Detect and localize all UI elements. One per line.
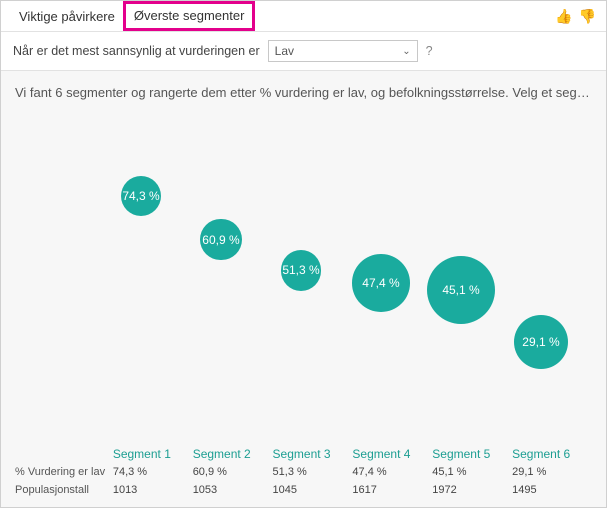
bubble-label: 60,9 % — [202, 233, 239, 247]
table-row-pct: % Vurdering er lav 74,3 % 60,9 % 51,3 % … — [15, 463, 592, 481]
cell-pop-1: 1013 — [113, 484, 193, 496]
cell-pct-6: 29,1 % — [512, 466, 592, 478]
cell-pop-6: 1495 — [512, 484, 592, 496]
tab-bar: Viktige påvirkere Øverste segmenter 👍 👎 — [1, 1, 606, 31]
cell-pop-4: 1617 — [352, 484, 432, 496]
cell-pop-5: 1972 — [432, 484, 512, 496]
segment-bubble[interactable]: 29,1 % — [514, 315, 568, 369]
segment-bubble[interactable]: 74,3 % — [121, 176, 161, 216]
segment-bubble[interactable]: 47,4 % — [352, 254, 410, 312]
feedback-buttons: 👍 👎 — [555, 8, 596, 25]
chevron-down-icon: ⌄ — [402, 46, 410, 57]
header-seg3: Segment 3 — [273, 447, 353, 461]
row-label-pct: % Vurdering er lav — [15, 466, 113, 478]
header-seg6: Segment 6 — [512, 447, 592, 461]
segment-bubble[interactable]: 51,3 % — [281, 250, 322, 291]
key-influencers-visual: Viktige påvirkere Øverste segmenter 👍 👎 … — [0, 0, 607, 508]
question-row: Når er det mest sannsynlig at vurderinge… — [1, 32, 606, 70]
thumbs-up-icon[interactable]: 👍 — [555, 8, 572, 25]
segments-footer-table: Segment 1 Segment 2 Segment 3 Segment 4 … — [15, 445, 592, 499]
row-label-pop: Populasjonstall — [15, 484, 113, 496]
outcome-dropdown[interactable]: Lav ⌄ — [268, 40, 418, 62]
cell-pop-3: 1045 — [273, 484, 353, 496]
cell-pct-2: 60,9 % — [193, 466, 273, 478]
bubble-label: 47,4 % — [362, 276, 399, 290]
bubble-chart: 74,3 % 60,9 % 51,3 % 47,4 % 45,1 % 29,1 % — [15, 104, 592, 445]
help-icon[interactable]: ? — [426, 44, 433, 58]
segment-bubble[interactable]: 45,1 % — [427, 256, 495, 324]
segments-chart-area: Vi fant 6 segmenter og rangerte dem ette… — [1, 71, 606, 507]
thumbs-down-icon[interactable]: 👎 — [579, 8, 596, 25]
header-seg1: Segment 1 — [113, 447, 193, 461]
question-prefix: Når er det mest sannsynlig at vurderinge… — [13, 44, 260, 58]
bubble-label: 74,3 % — [122, 189, 159, 203]
cell-pct-4: 47,4 % — [352, 466, 432, 478]
bubble-label: 51,3 % — [282, 263, 319, 277]
table-row-pop: Populasjonstall 1013 1053 1045 1617 1972… — [15, 481, 592, 499]
bubble-label: 29,1 % — [522, 335, 559, 349]
segment-bubble[interactable]: 60,9 % — [200, 219, 241, 260]
tab-top-segments[interactable]: Øverste segmenter — [123, 1, 256, 31]
header-seg5: Segment 5 — [432, 447, 512, 461]
cell-pop-2: 1053 — [193, 484, 273, 496]
bubble-label: 45,1 % — [442, 283, 479, 297]
cell-pct-5: 45,1 % — [432, 466, 512, 478]
header-seg2: Segment 2 — [193, 447, 273, 461]
header-seg4: Segment 4 — [352, 447, 432, 461]
table-header-row: Segment 1 Segment 2 Segment 3 Segment 4 … — [15, 445, 592, 463]
cell-pct-1: 74,3 % — [113, 466, 193, 478]
outcome-dropdown-value: Lav — [275, 44, 294, 58]
chart-title: Vi fant 6 segmenter og rangerte dem ette… — [15, 85, 592, 100]
tab-key-influencers[interactable]: Viktige påvirkere — [11, 5, 123, 28]
cell-pct-3: 51,3 % — [273, 466, 353, 478]
